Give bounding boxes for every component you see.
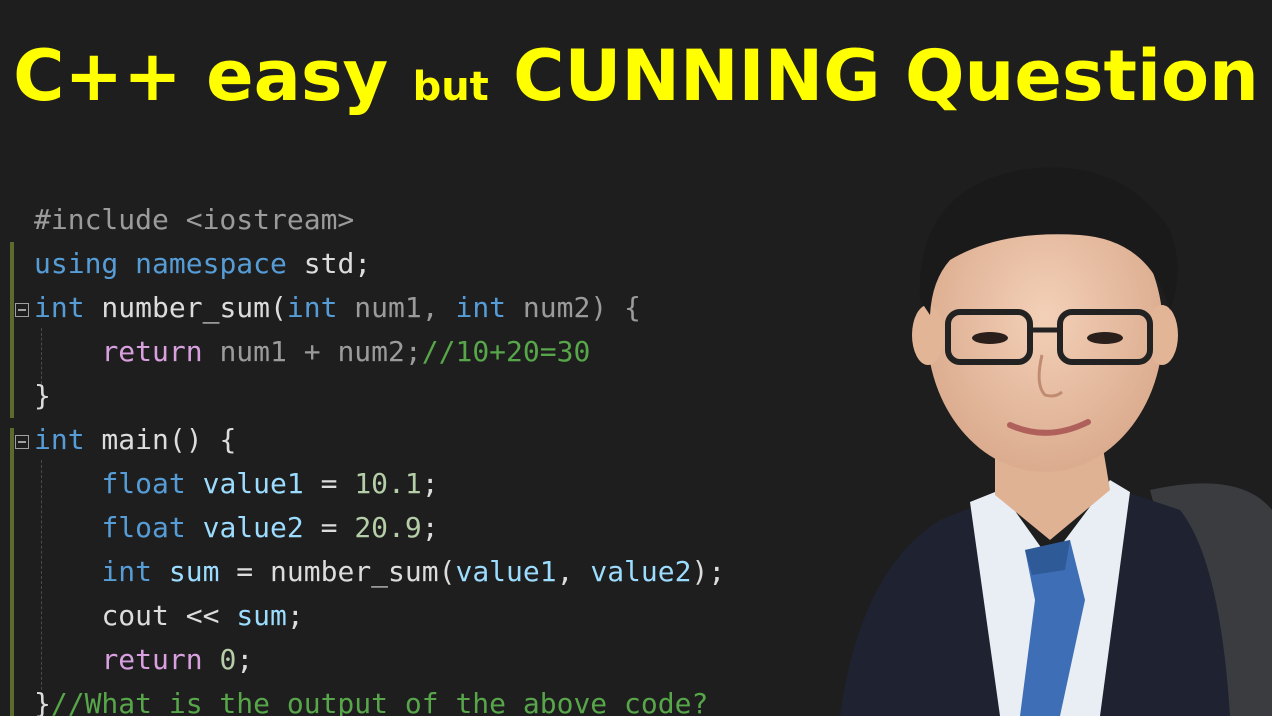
param-num1: num1,: [337, 291, 456, 324]
param-num2: num2) {: [506, 291, 641, 324]
main-signature: main() {: [84, 423, 237, 456]
keyword-int: int: [34, 423, 85, 456]
code-line-9: int sum = number_sum(value1, value2);: [34, 550, 725, 594]
keyword-using: using: [34, 247, 119, 280]
code-line-11: return 0;: [34, 638, 253, 682]
change-indicator: [10, 428, 14, 716]
variable-sum: sum: [152, 555, 220, 588]
code-line-4: return num1 + num2;//10+20=30: [34, 330, 590, 374]
thumbnail: C++ easy but CUNNING Question #include <…: [0, 0, 1272, 716]
code-line-7: float value1 = 10.1;: [34, 462, 439, 506]
call-close: );: [691, 555, 726, 588]
keyword-return: return: [101, 643, 203, 676]
keyword-int: int: [286, 291, 338, 324]
code-line-2: using namespace std;: [34, 242, 371, 286]
closing-brace: }: [34, 379, 51, 412]
title-part-3: CUNNING Question: [513, 35, 1259, 117]
stream-op: <<: [168, 599, 237, 632]
cout-text: cout: [101, 599, 169, 632]
keyword-float: float: [101, 467, 186, 500]
variable-sum: sum: [236, 599, 287, 632]
code-line-8: float value2 = 20.9;: [34, 506, 439, 550]
function-call: = number_sum(: [219, 555, 456, 588]
collapse-icon[interactable]: [15, 303, 29, 317]
title-part-1: C++ easy: [13, 35, 389, 117]
assign-op: =: [303, 467, 355, 500]
keyword-namespace: namespace: [135, 247, 287, 280]
return-expression: num1 + num2;: [202, 335, 422, 368]
video-title: C++ easy but CUNNING Question: [0, 38, 1272, 115]
keyword-int: int: [34, 291, 85, 324]
title-part-2: but: [412, 64, 489, 110]
code-line-10: cout << sum;: [34, 594, 304, 638]
variable-value2: value2: [185, 511, 304, 544]
number-literal: 0: [219, 643, 237, 676]
number-literal: 10.1: [354, 467, 422, 500]
number-literal: 20.9: [354, 511, 422, 544]
collapse-icon[interactable]: [15, 435, 29, 449]
keyword-int: int: [455, 291, 507, 324]
semicolon: ;: [236, 643, 254, 676]
assign-op: =: [303, 511, 355, 544]
code-editor: #include <iostream> using namespace std;…: [10, 198, 810, 716]
code-line-3: int number_sum(int num1, int num2) {: [34, 286, 641, 330]
closing-brace: }: [34, 687, 51, 716]
question-comment: //What is the output of the above code?: [50, 687, 709, 716]
semicolon: ;: [421, 467, 439, 500]
presenter-photo: [840, 167, 1272, 716]
argument-value1: value1: [455, 555, 557, 588]
variable-value1: value1: [185, 467, 304, 500]
keyword-int: int: [101, 555, 153, 588]
comma: ,: [556, 555, 591, 588]
code-line-6: int main() {: [34, 418, 236, 462]
function-signature: number_sum(: [84, 291, 287, 324]
keyword-float: float: [101, 511, 186, 544]
keyword-return: return: [101, 335, 203, 368]
include-directive: #include <iostream>: [34, 203, 355, 236]
code-line-5: }: [34, 374, 51, 418]
code-line-1: #include <iostream>: [34, 198, 354, 242]
change-indicator: [10, 242, 14, 418]
semicolon: ;: [421, 511, 439, 544]
code-comment: //10+20=30: [421, 335, 591, 368]
semicolon: ;: [286, 599, 304, 632]
std-text: std;: [286, 247, 372, 280]
argument-value2: value2: [590, 555, 692, 588]
code-line-12: }//What is the output of the above code?: [34, 682, 708, 716]
